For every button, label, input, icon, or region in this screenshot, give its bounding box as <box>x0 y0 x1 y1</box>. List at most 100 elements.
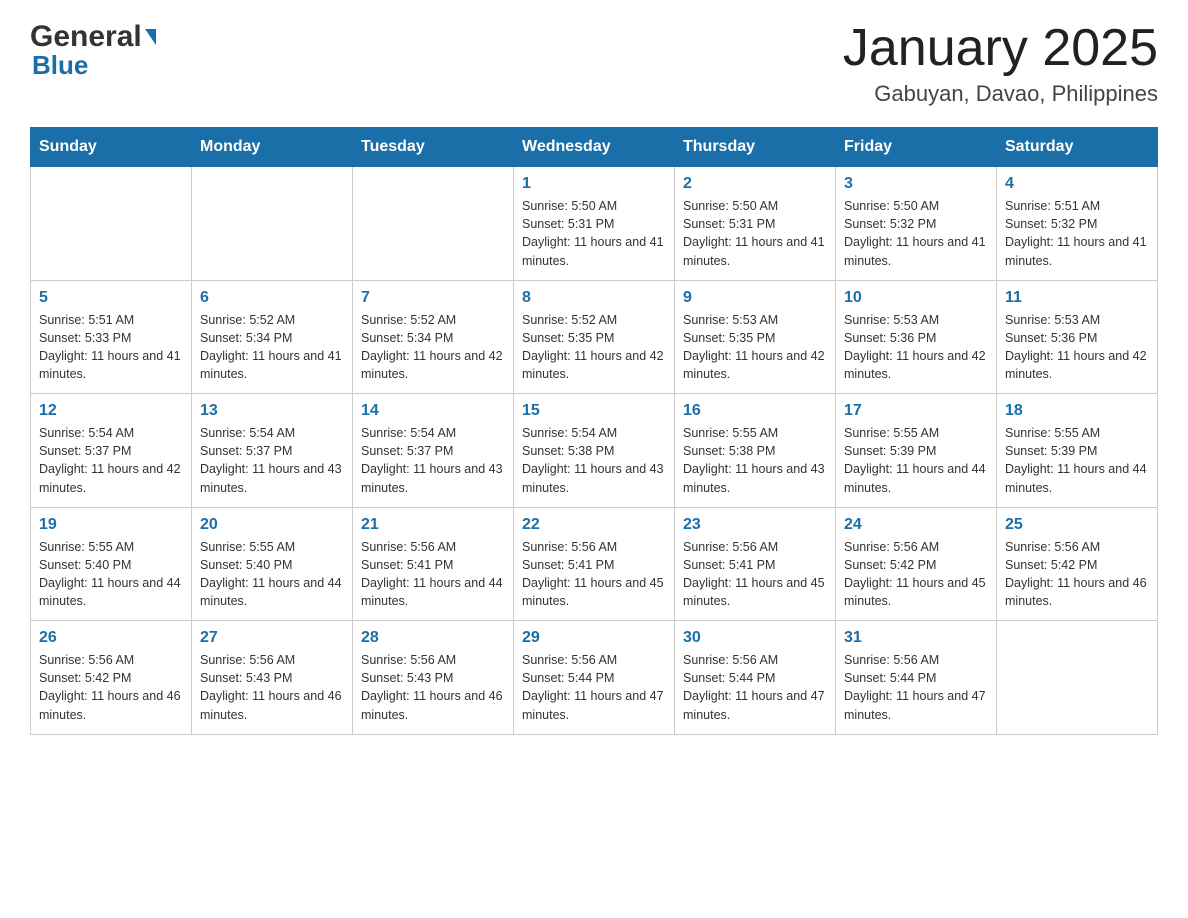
day-number: 30 <box>683 629 827 647</box>
logo-triangle-icon <box>145 29 156 45</box>
calendar-cell: 5Sunrise: 5:51 AMSunset: 5:33 PMDaylight… <box>31 280 192 394</box>
calendar-cell: 19 Sunrise: 5:55 AMSunset: 5:40 PMDayligh… <box>31 507 192 621</box>
day-number: 19 <box>39 516 183 534</box>
day-info: Sunrise: 5:50 AMSunset: 5:32 PMDaylight:… <box>844 197 988 270</box>
calendar-week-3: 12 Sunrise: 5:54 AMSunset: 5:37 PMDayligh… <box>31 394 1158 508</box>
day-number: 7 <box>361 289 505 307</box>
calendar-cell: 6 Sunrise: 5:52 AMSunset: 5:34 PMDaylight… <box>192 280 353 394</box>
day-number: 14 <box>361 402 505 420</box>
day-info: Sunrise: 5:52 AMSunset: 5:35 PMDaylight:… <box>522 311 666 384</box>
day-info: Sunrise: 5:56 AMSunset: 5:42 PMDaylight:… <box>1005 538 1149 611</box>
calendar-cell: 13 Sunrise: 5:54 AMSunset: 5:37 PMDayligh… <box>192 394 353 508</box>
day-number: 8 <box>522 289 666 307</box>
calendar-cell: 8 Sunrise: 5:52 AMSunset: 5:35 PMDaylight… <box>514 280 675 394</box>
calendar-title: January 2025 <box>843 20 1158 77</box>
calendar-table: SundayMondayTuesdayWednesdayThursdayFrid… <box>30 127 1158 735</box>
calendar-cell: 17Sunrise: 5:55 AMSunset: 5:39 PMDayligh… <box>836 394 997 508</box>
day-info: Sunrise: 5:55 AMSunset: 5:39 PMDaylight:… <box>1005 424 1149 497</box>
day-number: 13 <box>200 402 344 420</box>
calendar-cell: 16Sunrise: 5:55 AMSunset: 5:38 PMDayligh… <box>675 394 836 508</box>
day-number: 15 <box>522 402 666 420</box>
logo: General Blue <box>30 20 156 81</box>
day-number: 31 <box>844 629 988 647</box>
day-info: Sunrise: 5:53 AMSunset: 5:36 PMDaylight:… <box>1005 311 1149 384</box>
logo-general-text: General <box>30 20 142 54</box>
day-info: Sunrise: 5:53 AMSunset: 5:35 PMDaylight:… <box>683 311 827 384</box>
calendar-cell: 9 Sunrise: 5:53 AMSunset: 5:35 PMDaylight… <box>675 280 836 394</box>
calendar-cell: 18 Sunrise: 5:55 AMSunset: 5:39 PMDayligh… <box>997 394 1158 508</box>
day-info: Sunrise: 5:56 AMSunset: 5:44 PMDaylight:… <box>522 651 666 724</box>
calendar-week-5: 26 Sunrise: 5:56 AMSunset: 5:42 PMDayligh… <box>31 621 1158 735</box>
day-number: 2 <box>683 175 827 193</box>
calendar-cell: 30 Sunrise: 5:56 AMSunset: 5:44 PMDayligh… <box>675 621 836 735</box>
day-info: Sunrise: 5:54 AMSunset: 5:37 PMDaylight:… <box>361 424 505 497</box>
day-info: Sunrise: 5:52 AMSunset: 5:34 PMDaylight:… <box>361 311 505 384</box>
day-number: 1 <box>522 175 666 193</box>
day-number: 3 <box>844 175 988 193</box>
day-number: 16 <box>683 402 827 420</box>
day-info: Sunrise: 5:56 AMSunset: 5:44 PMDaylight:… <box>683 651 827 724</box>
calendar-cell: 10 Sunrise: 5:53 AMSunset: 5:36 PMDayligh… <box>836 280 997 394</box>
day-number: 12 <box>39 402 183 420</box>
day-number: 9 <box>683 289 827 307</box>
page-header: General Blue January 2025 Gabuyan, Davao… <box>30 20 1158 107</box>
day-number: 25 <box>1005 516 1149 534</box>
day-info: Sunrise: 5:54 AMSunset: 5:38 PMDaylight:… <box>522 424 666 497</box>
day-info: Sunrise: 5:56 AMSunset: 5:42 PMDaylight:… <box>39 651 183 724</box>
weekday-header-monday: Monday <box>192 128 353 167</box>
day-info: Sunrise: 5:55 AMSunset: 5:40 PMDaylight:… <box>200 538 344 611</box>
calendar-cell: 3 Sunrise: 5:50 AMSunset: 5:32 PMDaylight… <box>836 167 997 281</box>
calendar-cell <box>31 167 192 281</box>
day-info: Sunrise: 5:56 AMSunset: 5:43 PMDaylight:… <box>361 651 505 724</box>
calendar-week-4: 19 Sunrise: 5:55 AMSunset: 5:40 PMDayligh… <box>31 507 1158 621</box>
calendar-cell: 7 Sunrise: 5:52 AMSunset: 5:34 PMDaylight… <box>353 280 514 394</box>
calendar-cell: 12 Sunrise: 5:54 AMSunset: 5:37 PMDayligh… <box>31 394 192 508</box>
weekday-header-sunday: Sunday <box>31 128 192 167</box>
calendar-header: SundayMondayTuesdayWednesdayThursdayFrid… <box>31 128 1158 167</box>
day-number: 4 <box>1005 175 1149 193</box>
day-number: 11 <box>1005 289 1149 307</box>
day-info: Sunrise: 5:56 AMSunset: 5:44 PMDaylight:… <box>844 651 988 724</box>
day-info: Sunrise: 5:56 AMSunset: 5:42 PMDaylight:… <box>844 538 988 611</box>
day-info: Sunrise: 5:54 AMSunset: 5:37 PMDaylight:… <box>200 424 344 497</box>
day-info: Sunrise: 5:51 AMSunset: 5:32 PMDaylight:… <box>1005 197 1149 270</box>
calendar-cell: 15 Sunrise: 5:54 AMSunset: 5:38 PMDayligh… <box>514 394 675 508</box>
weekday-header-row: SundayMondayTuesdayWednesdayThursdayFrid… <box>31 128 1158 167</box>
day-number: 6 <box>200 289 344 307</box>
calendar-cell: 27Sunrise: 5:56 AMSunset: 5:43 PMDayligh… <box>192 621 353 735</box>
day-number: 18 <box>1005 402 1149 420</box>
weekday-header-friday: Friday <box>836 128 997 167</box>
day-info: Sunrise: 5:52 AMSunset: 5:34 PMDaylight:… <box>200 311 344 384</box>
day-number: 27 <box>200 629 344 647</box>
day-info: Sunrise: 5:55 AMSunset: 5:40 PMDaylight:… <box>39 538 183 611</box>
day-info: Sunrise: 5:56 AMSunset: 5:41 PMDaylight:… <box>361 538 505 611</box>
calendar-cell: 31 Sunrise: 5:56 AMSunset: 5:44 PMDayligh… <box>836 621 997 735</box>
calendar-cell: 20 Sunrise: 5:55 AMSunset: 5:40 PMDayligh… <box>192 507 353 621</box>
day-number: 10 <box>844 289 988 307</box>
weekday-header-saturday: Saturday <box>997 128 1158 167</box>
day-number: 24 <box>844 516 988 534</box>
calendar-cell: 14 Sunrise: 5:54 AMSunset: 5:37 PMDayligh… <box>353 394 514 508</box>
day-number: 29 <box>522 629 666 647</box>
day-number: 20 <box>200 516 344 534</box>
calendar-cell: 28 Sunrise: 5:56 AMSunset: 5:43 PMDayligh… <box>353 621 514 735</box>
day-info: Sunrise: 5:54 AMSunset: 5:37 PMDaylight:… <box>39 424 183 497</box>
calendar-week-1: 1Sunrise: 5:50 AMSunset: 5:31 PMDaylight… <box>31 167 1158 281</box>
day-info: Sunrise: 5:53 AMSunset: 5:36 PMDaylight:… <box>844 311 988 384</box>
logo-blue-text: Blue <box>32 50 156 81</box>
day-number: 21 <box>361 516 505 534</box>
weekday-header-thursday: Thursday <box>675 128 836 167</box>
day-number: 23 <box>683 516 827 534</box>
calendar-cell <box>353 167 514 281</box>
day-info: Sunrise: 5:55 AMSunset: 5:39 PMDaylight:… <box>844 424 988 497</box>
calendar-cell <box>192 167 353 281</box>
calendar-cell: 23Sunrise: 5:56 AMSunset: 5:41 PMDayligh… <box>675 507 836 621</box>
weekday-header-wednesday: Wednesday <box>514 128 675 167</box>
calendar-body: 1Sunrise: 5:50 AMSunset: 5:31 PMDaylight… <box>31 167 1158 735</box>
calendar-week-2: 5Sunrise: 5:51 AMSunset: 5:33 PMDaylight… <box>31 280 1158 394</box>
day-number: 5 <box>39 289 183 307</box>
day-number: 28 <box>361 629 505 647</box>
day-number: 26 <box>39 629 183 647</box>
calendar-cell: 11 Sunrise: 5:53 AMSunset: 5:36 PMDayligh… <box>997 280 1158 394</box>
calendar-cell: 25 Sunrise: 5:56 AMSunset: 5:42 PMDayligh… <box>997 507 1158 621</box>
